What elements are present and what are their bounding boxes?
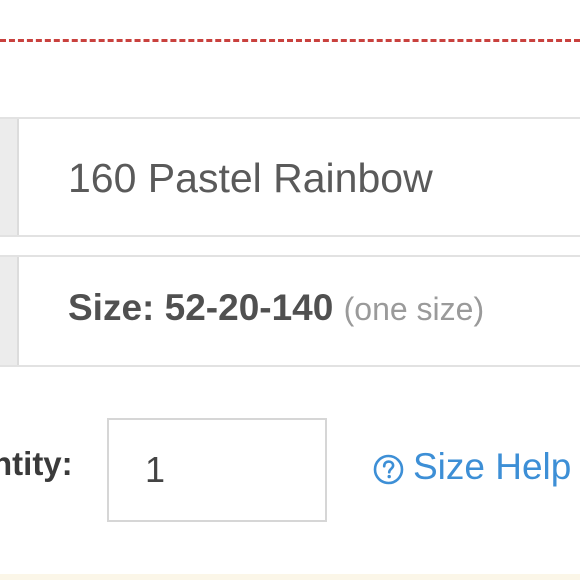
quantity-input[interactable] [107,418,327,522]
quantity-label: ntity: [0,445,73,482]
question-circle-icon [373,452,404,484]
size-option-row[interactable]: Size: 52-20-140 (one size) [0,255,580,367]
color-option-row[interactable]: 160 Pastel Rainbow [0,117,580,237]
dashed-divider [0,39,580,42]
size-option-text: Size: 52-20-140 [68,287,334,328]
size-option-note: (one size) [343,291,485,327]
color-option-label-strip [0,119,19,235]
color-option-value: 160 Pastel Rainbow [68,155,433,201]
size-help-label: Size Help [413,446,572,487]
size-help-link[interactable]: Size Help [373,446,571,488]
size-option-value: Size: 52-20-140 (one size) [68,287,484,329]
notice-strip [0,574,580,580]
size-option-label-strip [0,257,19,365]
